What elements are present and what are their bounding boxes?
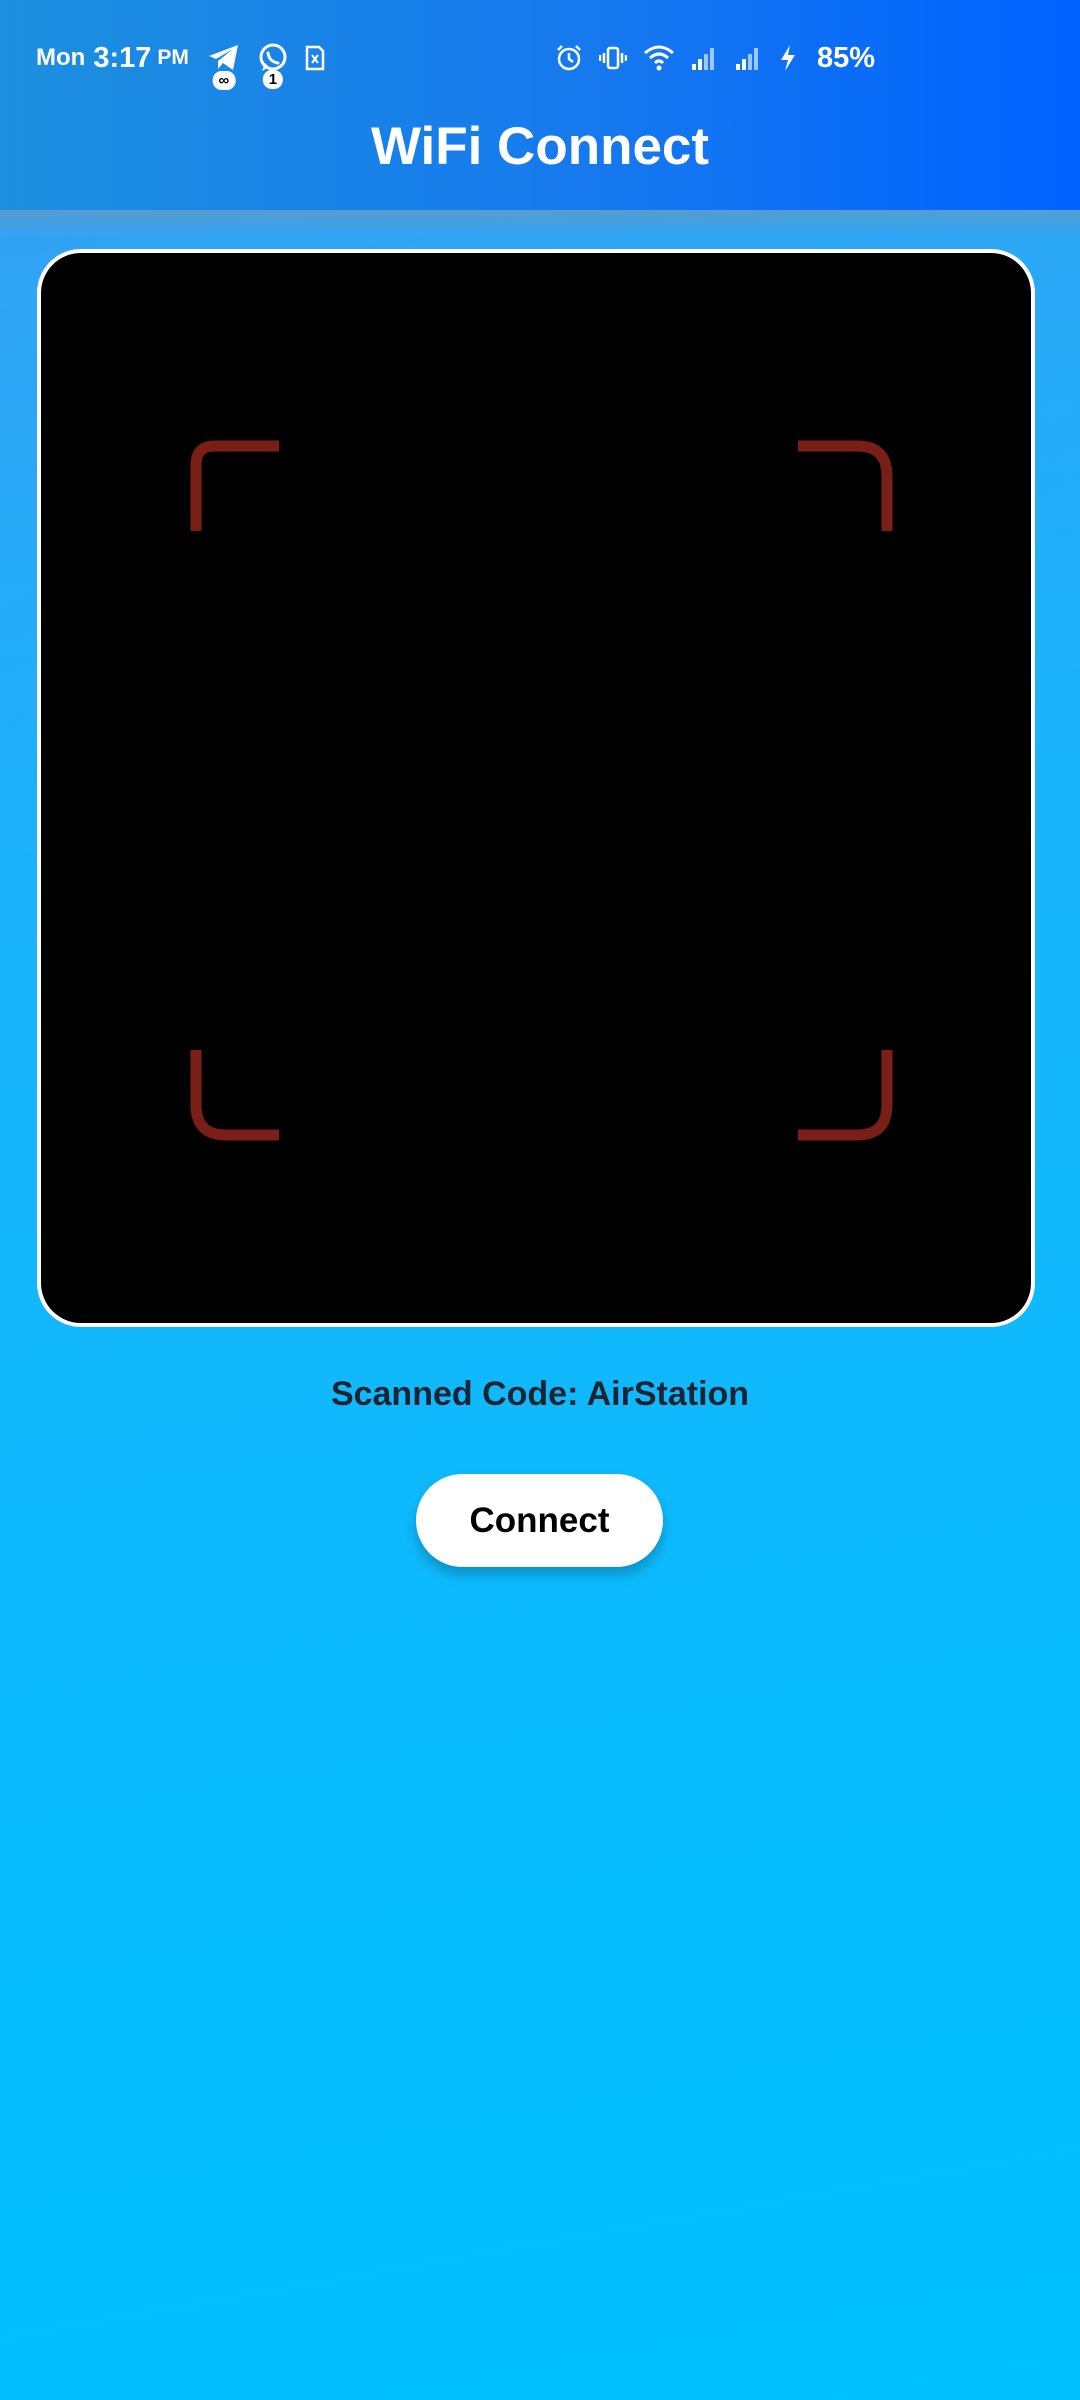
signal-icon	[691, 44, 719, 72]
telegram-icon: ∞	[207, 43, 241, 90]
status-time: 3:17	[93, 41, 152, 74]
signal-icon	[735, 44, 763, 72]
scanned-code-text: Scanned Code: AirStation	[330, 1375, 750, 1413]
scan-corner-bottom-left	[190, 1050, 279, 1141]
scan-frame	[190, 440, 893, 1141]
qr-scanner-view[interactable]	[37, 249, 1035, 1327]
wifi-icon	[643, 44, 675, 72]
scan-corner-top-left	[190, 440, 279, 531]
status-ampm: PM	[157, 46, 189, 69]
status-bar-left: Mon 3:17 PM ∞ 1	[36, 0, 341, 116]
page-title: WiFi Connect	[370, 117, 710, 176]
connect-button[interactable]: Connect	[416, 1474, 663, 1567]
whatsapp-icon: 1	[257, 42, 289, 89]
status-bar-right: 85%	[555, 0, 875, 116]
app-bar-shadow	[0, 210, 1080, 236]
vibrate-icon	[599, 44, 627, 72]
alarm-icon	[555, 44, 583, 72]
battery-level: 85%	[817, 41, 876, 74]
scan-corner-bottom-right	[798, 1050, 893, 1141]
whatsapp-badge: 1	[262, 70, 284, 89]
charging-icon	[779, 44, 797, 72]
sim-card-icon	[305, 45, 325, 71]
scan-corner-top-right	[798, 440, 893, 531]
status-day: Mon	[36, 44, 86, 71]
telegram-badge: ∞	[212, 71, 236, 90]
